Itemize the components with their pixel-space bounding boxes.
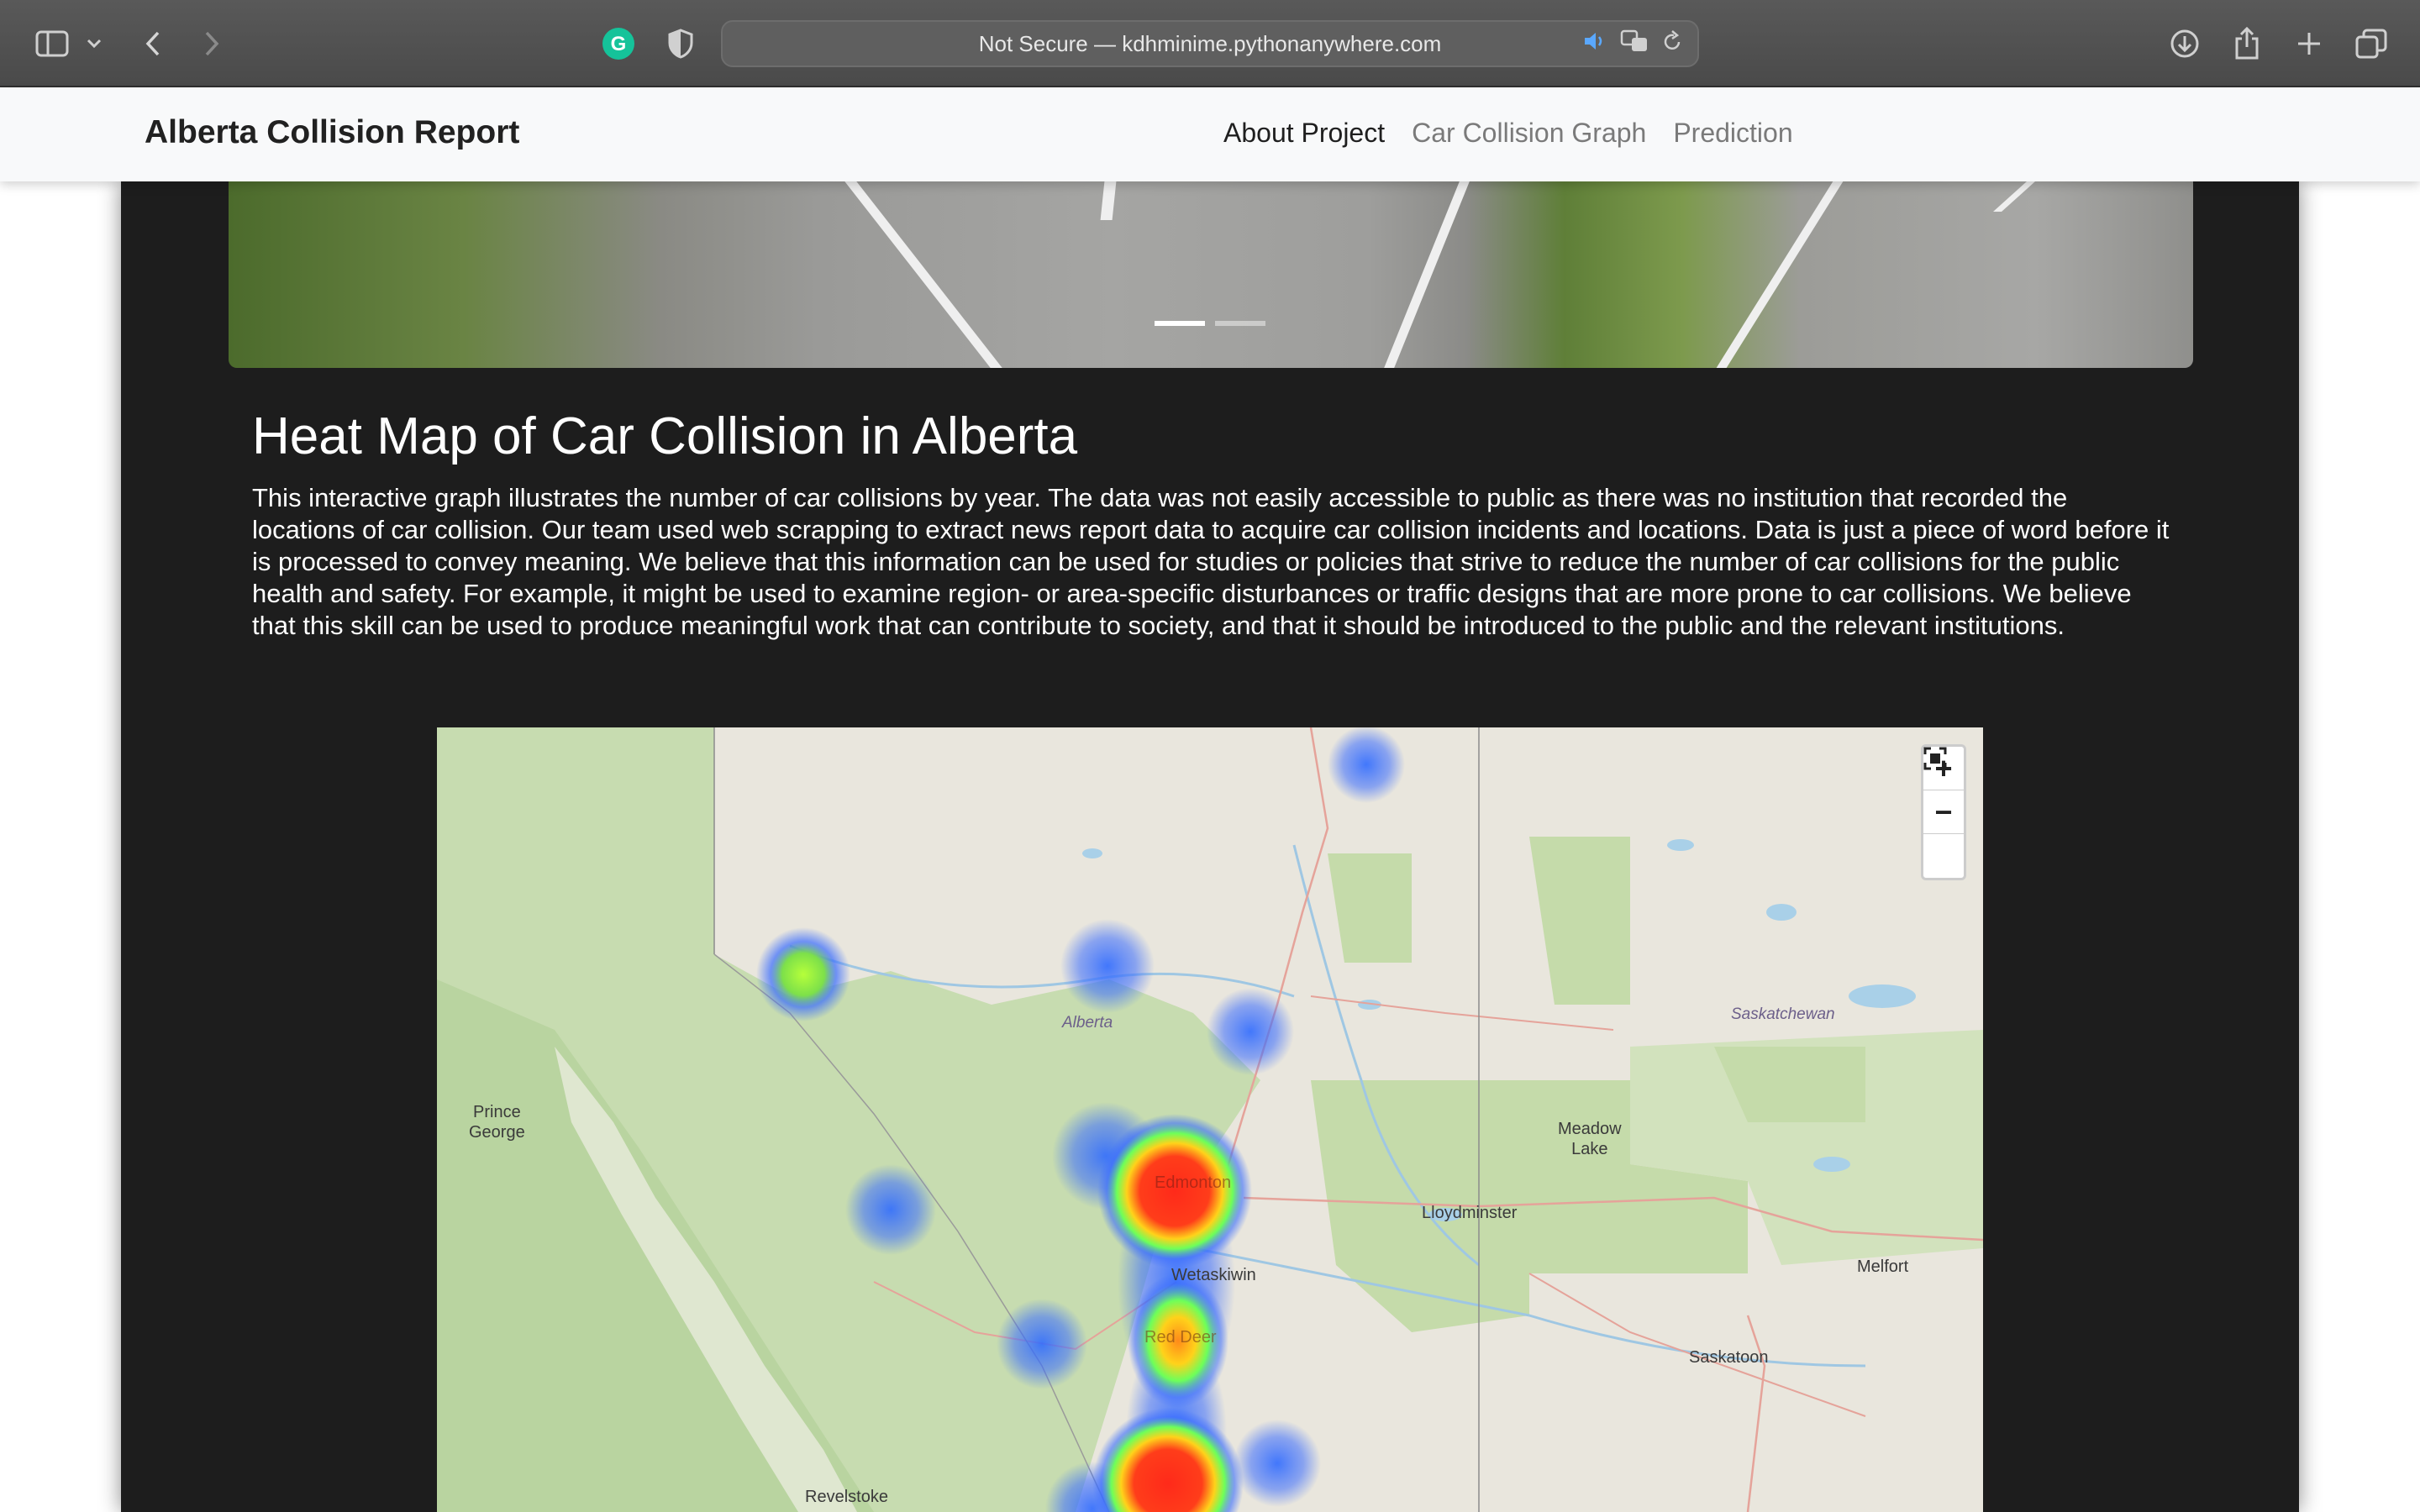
section-heading: Heat Map of Car Collision in Alberta	[252, 407, 1078, 465]
forward-arrow-icon[interactable]	[190, 22, 234, 66]
road-marking	[1716, 181, 1844, 368]
privacy-shield-icon[interactable]	[659, 22, 702, 66]
download-icon[interactable]	[2163, 22, 2207, 66]
site-navbar: Alberta Collision Report About Project C…	[0, 89, 2420, 181]
map-label-lloydminster: Lloydminster	[1422, 1204, 1518, 1222]
map-zoom-control: + −	[1921, 744, 1966, 880]
translate-icon[interactable]	[1620, 29, 1649, 59]
carousel-indicator-1[interactable]	[1155, 321, 1205, 326]
road-marking	[844, 181, 1002, 368]
browser-toolbar: G Not Secure — kdhminime.pythonanywhere.…	[0, 0, 2420, 87]
reload-icon[interactable]	[1662, 29, 1682, 58]
map-label-prince-george: Prince George	[469, 1103, 525, 1142]
address-bar[interactable]: Not Secure — kdhminime.pythonanywhere.co…	[721, 20, 1699, 67]
map-label-edmonton: Edmonton	[1155, 1173, 1232, 1192]
new-tab-icon[interactable]	[2287, 22, 2331, 66]
brand-link[interactable]: Alberta Collision Report	[145, 114, 519, 151]
map-label-meadow-lake: Meadow Lake	[1558, 1120, 1622, 1158]
fullscreen-icon	[1923, 747, 1947, 770]
address-text: Not Secure — kdhminime.pythonanywhere.co…	[978, 30, 1442, 56]
map-label-alberta: Alberta	[1062, 1014, 1113, 1032]
sidebar-toggle-icon[interactable]	[30, 22, 74, 66]
map-label-melfort: Melfort	[1857, 1257, 1909, 1276]
nav-links: About Project Car Collision Graph Predic…	[1223, 118, 1793, 149]
carousel-image[interactable]	[229, 181, 2193, 368]
map-label-red-deer: Red Deer	[1144, 1328, 1217, 1347]
tab-overview-icon[interactable]	[2349, 22, 2393, 66]
road-marking	[1384, 181, 1470, 368]
road-marking	[1993, 181, 2035, 212]
section-description: This interactive graph illustrates the n…	[252, 483, 2170, 640]
map-label-saskatoon: Saskatoon	[1689, 1348, 1769, 1367]
nav-link-about-project[interactable]: About Project	[1223, 118, 1385, 149]
road-marking	[1100, 181, 1117, 220]
zoom-out-button[interactable]: −	[1923, 790, 1964, 834]
back-arrow-icon[interactable]	[131, 22, 175, 66]
fullscreen-button[interactable]	[1923, 747, 1964, 878]
audio-icon[interactable]	[1583, 31, 1607, 57]
carousel-indicator-2[interactable]	[1215, 321, 1265, 326]
svg-text:G: G	[611, 33, 627, 55]
map-base	[437, 727, 1983, 1512]
map-label-wetaskiwin: Wetaskiwin	[1171, 1266, 1256, 1284]
nav-link-prediction[interactable]: Prediction	[1673, 118, 1792, 149]
map-label-revelstoke: Revelstoke	[805, 1488, 888, 1506]
heat-map[interactable]: Alberta Saskatchewan Prince George Meado…	[437, 727, 1983, 1512]
nav-link-car-collision-graph[interactable]: Car Collision Graph	[1412, 118, 1646, 149]
grammarly-icon[interactable]: G	[597, 22, 640, 66]
map-label-saskatchewan: Saskatchewan	[1731, 1005, 1835, 1023]
share-icon[interactable]	[2225, 22, 2269, 66]
chevron-down-icon[interactable]	[77, 22, 111, 66]
